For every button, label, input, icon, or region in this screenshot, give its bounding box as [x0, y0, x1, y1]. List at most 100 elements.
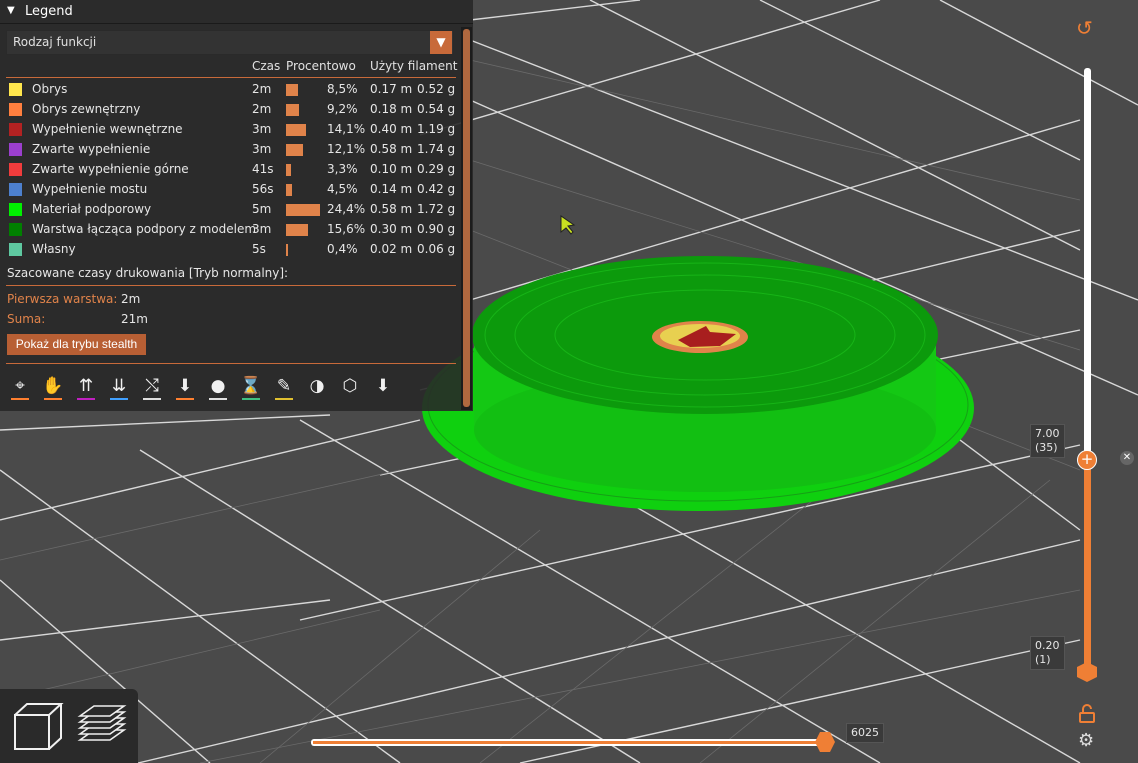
feature-type-select[interactable]: Rodzaj funkcji ▼	[6, 30, 454, 55]
column-header-time: Czas	[252, 59, 281, 73]
feature-percent: 12,1%	[327, 142, 366, 156]
feature-weight: 1.19 g	[417, 122, 456, 136]
percent-bar	[286, 244, 288, 256]
center-of-gravity-icon[interactable]: ◑	[305, 374, 329, 400]
active-underline	[143, 398, 161, 400]
travel-icon[interactable]: ⌖	[8, 374, 32, 400]
legend-panel: ▼ Legend Rodzaj funkcji ▼ Czas Procentow…	[0, 0, 473, 411]
feature-percent: 8,5%	[327, 82, 358, 96]
3d-view-icon[interactable]	[12, 701, 64, 751]
percent-bar	[286, 104, 299, 116]
color-swatch	[9, 103, 22, 116]
feature-type-select-value: Rodzaj funkcji	[13, 35, 97, 49]
feature-weight: 0.54 g	[417, 102, 456, 116]
feature-percent: 0,4%	[327, 242, 358, 256]
tool-marker-icon[interactable]: ⬇	[371, 374, 395, 400]
color-swatch	[9, 83, 22, 96]
color-swatch	[9, 223, 22, 236]
legend-row[interactable]: Wypełnienie mostu 56s 4,5% 0.14 m 0.42 g	[0, 180, 460, 200]
upper-layer-thumb[interactable]: +	[1077, 450, 1097, 470]
custom-gcode-icon[interactable]: ✎	[272, 374, 296, 400]
printed-model	[422, 256, 974, 511]
gear-icon[interactable]: ⚙	[1078, 730, 1094, 751]
feature-length: 0.14 m	[370, 182, 413, 196]
chevron-down-icon[interactable]: ▼	[430, 31, 452, 54]
show-stealth-mode-button[interactable]: Pokaż dla trybu stealth	[7, 334, 146, 355]
undo-icon[interactable]: ↺	[1076, 16, 1098, 40]
pause-icon[interactable]: ⌛	[239, 374, 263, 400]
active-underline	[275, 398, 293, 400]
legend-row[interactable]: Materiał podporowy 5m 24,4% 0.58 m 1.72 g	[0, 200, 460, 220]
feature-weight: 1.74 g	[417, 142, 456, 156]
percent-bar	[286, 164, 291, 176]
tool-changes-icon[interactable]: ⬇	[173, 374, 197, 400]
first-layer-value: 2m	[121, 292, 141, 306]
lower-layer-label: 0.20 (1)	[1030, 636, 1065, 670]
move-slider-value: 6025	[846, 723, 884, 743]
feature-weight: 0.90 g	[417, 222, 456, 236]
feature-percent: 3,3%	[327, 162, 358, 176]
legend-row[interactable]: Warstwa łącząca podpory z modelem 3m 15,6%…	[0, 220, 460, 240]
percent-bar	[286, 144, 303, 156]
feature-percent: 24,4%	[327, 202, 366, 216]
legend-row[interactable]: Zwarte wypełnienie 3m 12,1% 0.58 m 1.74 g	[0, 140, 460, 160]
lock-icon[interactable]	[1077, 704, 1097, 724]
wipe-icon[interactable]: ✋	[41, 374, 65, 400]
deretractions-icon[interactable]: ⇊	[107, 374, 131, 400]
shells-icon[interactable]: ⬡	[338, 374, 362, 400]
feature-length: 0.18 m	[370, 102, 413, 116]
feature-length: 0.02 m	[370, 242, 413, 256]
feature-length: 0.17 m	[370, 82, 413, 96]
feature-percent: 9,2%	[327, 102, 358, 116]
percent-bar	[286, 224, 308, 236]
feature-length: 0.10 m	[370, 162, 413, 176]
legend-row[interactable]: Obrys 2m 8,5% 0.17 m 0.52 g	[0, 80, 460, 100]
feature-name: Materiał podporowy	[32, 202, 152, 216]
legend-row[interactable]: Własny 5s 0,4% 0.02 m 0.06 g	[0, 240, 460, 260]
feature-name: Własny	[32, 242, 76, 256]
divider	[6, 285, 456, 286]
legend-row[interactable]: Zwarte wypełnienie górne 41s 3,3% 0.10 m 0.2…	[0, 160, 460, 180]
legend-row[interactable]: Obrys zewnętrzny 2m 9,2% 0.18 m 0.54 g	[0, 100, 460, 120]
active-underline	[44, 398, 62, 400]
feature-length: 0.30 m	[370, 222, 413, 236]
column-header-percent: Procentowo	[286, 59, 356, 73]
legend-row[interactable]: Wypełnienie wewnętrzne 3m 14,1% 0.40 m 1.19 …	[0, 120, 460, 140]
close-icon[interactable]: ✕	[1120, 451, 1134, 465]
collapse-triangle-icon[interactable]: ▼	[7, 5, 15, 16]
feature-time: 3m	[252, 122, 272, 136]
feature-time: 5m	[252, 202, 272, 216]
upper-layer-height: 7.00	[1035, 427, 1060, 440]
estimated-times-title: Szacowane czasy drukowania [Tryb normaln…	[7, 266, 289, 280]
color-swatch	[9, 183, 22, 196]
seams-icon[interactable]: ⤭	[140, 374, 164, 400]
feature-weight: 0.42 g	[417, 182, 456, 196]
feature-length: 0.58 m	[370, 202, 413, 216]
percent-bar	[286, 204, 320, 216]
mouse-cursor	[560, 215, 576, 235]
color-swatch	[9, 123, 22, 136]
active-underline	[110, 398, 128, 400]
percent-bar	[286, 184, 292, 196]
legend-scrollbar[interactable]	[461, 27, 472, 410]
feature-name: Wypełnienie wewnętrzne	[32, 122, 183, 136]
active-underline	[176, 398, 194, 400]
layers-view-icon[interactable]	[76, 700, 128, 752]
scrollbar-thumb[interactable]	[463, 29, 470, 407]
legend-header[interactable]: ▼ Legend	[0, 0, 473, 24]
color-changes-icon[interactable]: ●	[206, 374, 230, 400]
move-slider-range	[313, 741, 823, 744]
color-swatch	[9, 143, 22, 156]
total-label: Suma:	[7, 312, 46, 326]
divider	[6, 363, 456, 364]
feature-length: 0.58 m	[370, 142, 413, 156]
feature-time: 2m	[252, 82, 272, 96]
feature-weight: 0.52 g	[417, 82, 456, 96]
active-underline	[242, 398, 260, 400]
upper-layer-number: (35)	[1035, 441, 1058, 454]
retractions-icon[interactable]: ⇈	[74, 374, 98, 400]
percent-bar	[286, 84, 298, 96]
active-underline	[11, 398, 29, 400]
color-swatch	[9, 163, 22, 176]
column-header-filament: Użyty filament	[370, 59, 458, 73]
